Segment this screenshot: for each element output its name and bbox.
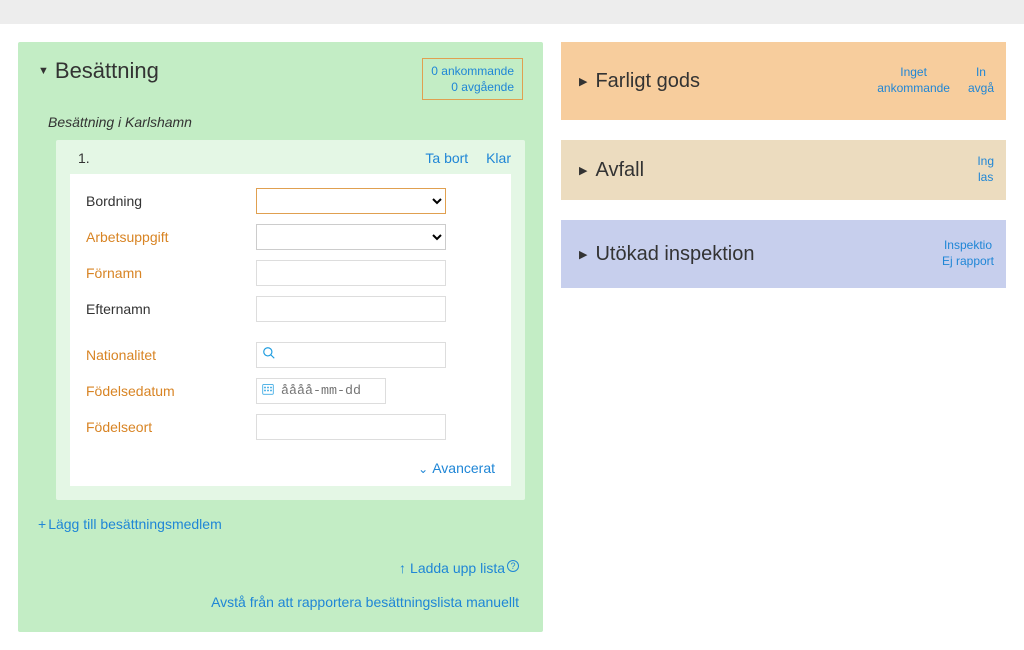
crew-entry-card: 1. Ta bort Klar Bordning Arbetsuppgift F… [56, 140, 525, 500]
add-crew-member-button[interactable]: +Lägg till besättningsmedlem [38, 516, 222, 532]
crew-count-badge: 0 ankommande 0 avgående [422, 58, 523, 100]
label-fodelseort: Födelseort [86, 419, 256, 435]
chevron-down-icon: ⌄ [418, 462, 428, 476]
panel-status-avfall: Inglas [977, 154, 994, 185]
badge-arriving: 0 ankommande [431, 63, 514, 79]
top-bar [0, 0, 1024, 24]
panel-status-farligt: Ingetankommande Inavgå [877, 65, 994, 96]
panel-title-inspektion: Utökad inspektion [595, 243, 754, 266]
label-bordning: Bordning [86, 193, 256, 209]
bordning-select[interactable] [256, 188, 446, 214]
panel-title: Besättning [55, 58, 159, 84]
abstain-manual-report-button[interactable]: Avstå från att rapportera besättningslis… [211, 594, 519, 610]
help-icon[interactable]: ? [507, 560, 519, 572]
panel-inspektion[interactable]: ▶ Utökad inspektion InspektioEj rapport [561, 220, 1006, 288]
efternamn-input[interactable] [256, 296, 446, 322]
right-column: ▶ Farligt gods Ingetankommande Inavgå ▶ … [561, 42, 1006, 632]
label-efternamn: Efternamn [86, 301, 256, 317]
remove-button[interactable]: Ta bort [425, 150, 468, 166]
label-fodelsedatum: Födelsedatum [86, 383, 256, 399]
entry-number: 1. [78, 150, 90, 166]
label-arbetsuppgift: Arbetsuppgift [86, 229, 256, 245]
crew-form: Bordning Arbetsuppgift Förnamn Efternamn [70, 174, 511, 486]
crew-subheading: Besättning i Karlshamn [32, 108, 529, 136]
fodelseort-input[interactable] [256, 414, 446, 440]
upload-list-button[interactable]: ↑Ladda upp lista? [399, 560, 519, 576]
panel-title-avfall: Avfall [595, 159, 644, 182]
panel-farligt-gods[interactable]: ▶ Farligt gods Ingetankommande Inavgå [561, 42, 1006, 120]
arbetsuppgift-select[interactable] [256, 224, 446, 250]
caret-down-icon: ▼ [38, 65, 49, 77]
advanced-toggle[interactable]: ⌄Avancerat [418, 460, 495, 476]
panel-status-inspektion: InspektioEj rapport [942, 238, 994, 269]
badge-departing: 0 avgående [431, 79, 514, 95]
plus-icon: + [38, 516, 46, 532]
done-button[interactable]: Klar [486, 150, 511, 166]
caret-right-icon: ▶ [579, 75, 587, 88]
caret-right-icon: ▶ [579, 248, 587, 261]
panel-title-farligt: Farligt gods [595, 70, 700, 93]
panel-avfall[interactable]: ▶ Avfall Inglas [561, 140, 1006, 200]
fodelsedatum-input[interactable] [256, 378, 386, 404]
nationalitet-input[interactable] [256, 342, 446, 368]
crew-panel-header[interactable]: ▼ Besättning 0 ankommande 0 avgående [32, 56, 529, 108]
crew-panel: ▼ Besättning 0 ankommande 0 avgående Bes… [18, 42, 543, 632]
label-fornamn: Förnamn [86, 265, 256, 281]
arrow-up-icon: ↑ [399, 560, 406, 576]
label-nationalitet: Nationalitet [86, 347, 256, 363]
caret-right-icon: ▶ [579, 164, 587, 177]
fornamn-input[interactable] [256, 260, 446, 286]
